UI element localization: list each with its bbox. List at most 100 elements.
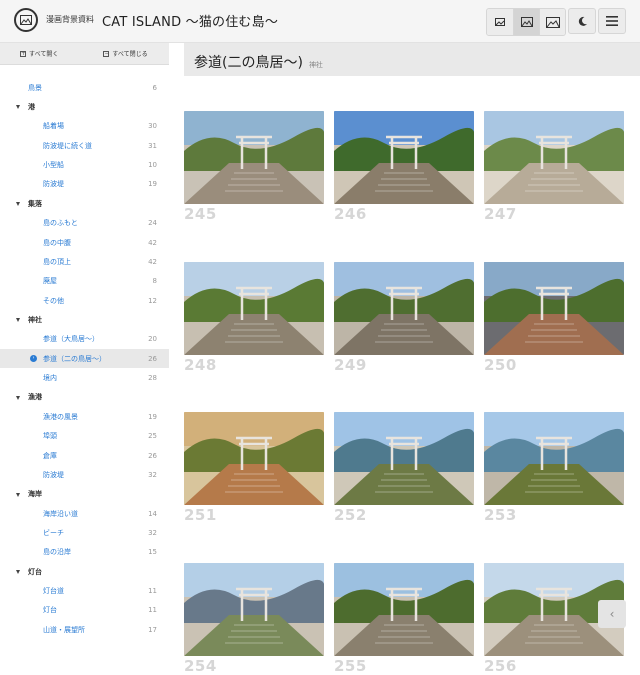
torii-photo-icon	[484, 111, 624, 204]
photo-thumbnail[interactable]	[334, 262, 474, 355]
collapse-all-label: すべて閉じる	[112, 51, 148, 58]
tree-item-count: 26	[148, 354, 157, 363]
tree-item-count: 32	[148, 528, 157, 537]
tree-item[interactable]: 島のふもと 24	[0, 214, 169, 233]
tree-item-count: 31	[148, 141, 157, 150]
tree-item[interactable]: ビーチ 32	[0, 523, 169, 542]
tree-item-count: 19	[148, 412, 157, 421]
tree-item[interactable]: 防波堤 19	[0, 175, 169, 194]
torii-photo-icon	[184, 111, 324, 204]
tree-item[interactable]: 防波堤 32	[0, 465, 169, 484]
torii-photo-icon	[334, 111, 474, 204]
tree-item-label: 島の沿岸	[43, 548, 71, 557]
torii-photo-icon	[334, 412, 474, 505]
photo-thumbnail[interactable]	[334, 563, 474, 656]
collapse-all-button[interactable]: − すべて閉じる	[103, 49, 148, 58]
tree-item[interactable]: 参道（大鳥居〜） 20	[0, 330, 169, 349]
tree-item[interactable]: 倉庫 26	[0, 446, 169, 465]
tree-item[interactable]: 鳥景 6	[0, 78, 169, 97]
tree-item-label: 倉庫	[43, 451, 57, 460]
tree-item[interactable]: 山道・展望所 17	[0, 620, 169, 639]
photo-number: 250	[484, 356, 517, 374]
tree-item-count: 19	[148, 180, 157, 189]
photo-thumbnail[interactable]	[334, 111, 474, 204]
tree-item-label: 集落	[28, 199, 42, 208]
photo-number: 246	[334, 205, 367, 223]
tree-category[interactable]: 集落	[0, 194, 169, 213]
tree-item-label: 海岸	[28, 490, 42, 499]
tree-item[interactable]: › 参道（二の鳥居〜） 26	[0, 349, 169, 369]
tree-category[interactable]: 港	[0, 97, 169, 116]
caret-down-icon	[16, 318, 20, 323]
tree-item-label: 鳥景	[28, 83, 42, 92]
tree-item[interactable]: 海岸沿い道 14	[0, 504, 169, 523]
tree-item[interactable]: 灯台道 11	[0, 581, 169, 600]
tree-item-label: 神社	[28, 315, 42, 324]
chevron-left-icon[interactable]: ‹	[598, 600, 626, 628]
tree-category[interactable]: 漁港	[0, 388, 169, 407]
photo-thumbnail[interactable]	[484, 412, 624, 505]
caret-down-icon	[16, 105, 20, 110]
tree-item-label: 防波堤に続く道	[43, 141, 92, 150]
tree-item-label: 山道・展望所	[43, 625, 85, 634]
photo-thumbnail[interactable]	[184, 563, 324, 656]
tree-item-label: 灯台	[28, 567, 42, 576]
tree-item[interactable]: 小型船 10	[0, 155, 169, 174]
photo-number: 255	[334, 657, 367, 675]
photo-number: 254	[184, 657, 217, 675]
landscape-logo-icon[interactable]	[14, 8, 38, 32]
photo-thumbnail[interactable]	[184, 412, 324, 505]
image-small-icon[interactable]	[487, 9, 513, 35]
tree-item-label: 島のふもと	[43, 219, 78, 228]
expand-all-label: すべて開く	[29, 51, 59, 58]
page-header: 参道(二の鳥居〜) 神社	[184, 43, 640, 76]
tree-item[interactable]: 灯台 11	[0, 601, 169, 620]
tree-item[interactable]: その他 12	[0, 291, 169, 310]
tree-item[interactable]: 埠頭 25	[0, 426, 169, 445]
page-tag: 神社	[308, 61, 323, 69]
tree-item-count: 26	[148, 451, 157, 460]
tree-item[interactable]: 境内 28	[0, 368, 169, 387]
photo-thumbnail[interactable]	[484, 111, 624, 204]
tree-item-label: 灯台	[43, 606, 57, 615]
tree-item-count: 14	[148, 509, 157, 518]
tree-item-count: 17	[148, 625, 157, 634]
photo-thumbnail[interactable]	[484, 262, 624, 355]
tree-category[interactable]: 神社	[0, 310, 169, 329]
tree-item-label: 漁港	[28, 393, 42, 402]
image-medium-icon[interactable]	[513, 9, 539, 35]
tree-item[interactable]: 島の頂上 42	[0, 252, 169, 271]
site-title[interactable]: CAT ISLAND 〜猫の住む島〜	[102, 11, 278, 30]
plus-box-icon: +	[20, 49, 27, 57]
site-name[interactable]: 漫画背景資料	[46, 14, 94, 25]
tree-item-count: 20	[148, 335, 157, 344]
tree-item[interactable]: 船着場 30	[0, 117, 169, 136]
photo-number: 252	[334, 506, 367, 524]
tree-item-label: 埠頭	[43, 432, 57, 441]
tree-item[interactable]: 廃屋 8	[0, 272, 169, 291]
tree-item-count: 42	[148, 257, 157, 266]
photo-thumbnail[interactable]	[184, 111, 324, 204]
photo-thumbnail[interactable]	[334, 412, 474, 505]
tree-category[interactable]: 海岸	[0, 485, 169, 504]
tree-item[interactable]: 島の中腹 42	[0, 233, 169, 252]
tree-item-count: 8	[152, 277, 157, 286]
category-tree: 鳥景 6 港船着場 30 防波堤に続く道 31 小型船 10 防波堤 19 集落島のふもと 24 島の中…	[0, 78, 169, 639]
expand-all-button[interactable]: + すべて開く	[20, 49, 58, 58]
top-header: 漫画背景資料 CAT ISLAND 〜猫の住む島〜	[0, 0, 640, 43]
image-large-icon[interactable]	[539, 9, 565, 35]
tree-item[interactable]: 島の沿岸 15	[0, 543, 169, 562]
tree-item-count: 11	[148, 587, 157, 596]
tree-controls: + すべて開く − すべて閉じる	[0, 43, 169, 65]
tree-item[interactable]: 漁港の風景 19	[0, 407, 169, 426]
tree-item[interactable]: 防波堤に続く道 31	[0, 136, 169, 155]
hamburger-menu-icon[interactable]	[598, 8, 626, 34]
tree-item-count: 24	[148, 219, 157, 228]
tree-category[interactable]: 灯台	[0, 562, 169, 581]
tree-item-count: 15	[148, 548, 157, 557]
tree-item-label: 防波堤	[43, 180, 64, 189]
moon-icon[interactable]	[568, 8, 596, 34]
tree-item-count: 12	[148, 296, 157, 305]
torii-photo-icon	[184, 262, 324, 355]
photo-thumbnail[interactable]	[184, 262, 324, 355]
